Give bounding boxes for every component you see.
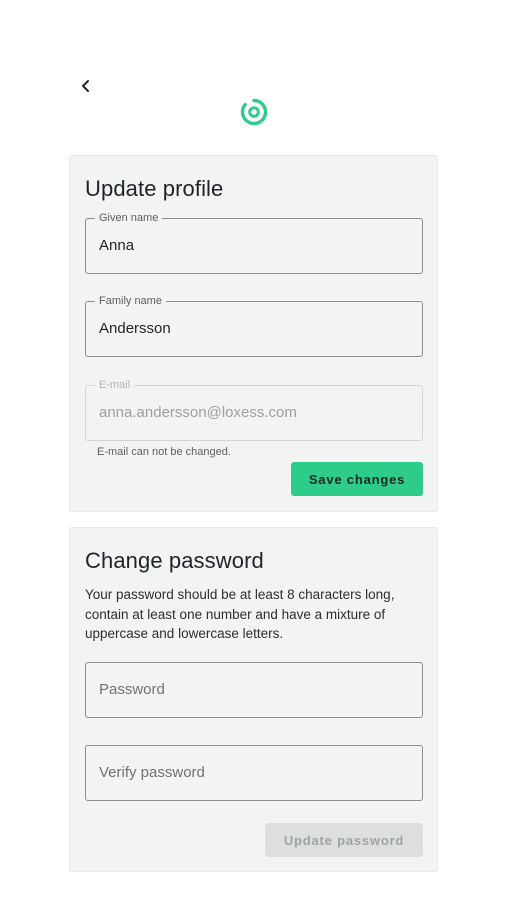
- verify-password-field[interactable]: [85, 745, 423, 801]
- email-helper-text: E-mail can not be changed.: [97, 446, 231, 458]
- verify-password-input[interactable]: [99, 764, 409, 781]
- update-profile-card: Update profile Given name Family name E-…: [69, 155, 438, 512]
- change-password-title: Change password: [85, 548, 264, 573]
- family-name-input[interactable]: [99, 320, 409, 337]
- given-name-input[interactable]: [99, 237, 409, 254]
- email-field: E-mail: [85, 378, 423, 441]
- save-changes-button[interactable]: Save changes: [291, 462, 423, 496]
- profile-page: Update profile Given name Family name E-…: [0, 0, 507, 900]
- change-password-card: Change password Your password should be …: [69, 527, 438, 872]
- password-field[interactable]: [85, 662, 423, 718]
- back-button[interactable]: [74, 74, 98, 98]
- password-requirements-text: Your password should be at least 8 chara…: [85, 587, 395, 641]
- given-name-label: Given name: [95, 211, 163, 225]
- email-label: E-mail: [95, 378, 135, 392]
- given-name-field[interactable]: Given name: [85, 211, 423, 274]
- chevron-left-icon: [82, 80, 89, 92]
- update-password-button[interactable]: Update password: [265, 823, 423, 857]
- update-profile-title: Update profile: [85, 176, 224, 201]
- password-input[interactable]: [99, 681, 409, 698]
- loxess-logo-icon: [240, 98, 268, 126]
- family-name-field[interactable]: Family name: [85, 294, 423, 357]
- family-name-label: Family name: [95, 294, 166, 308]
- email-input: [99, 404, 409, 421]
